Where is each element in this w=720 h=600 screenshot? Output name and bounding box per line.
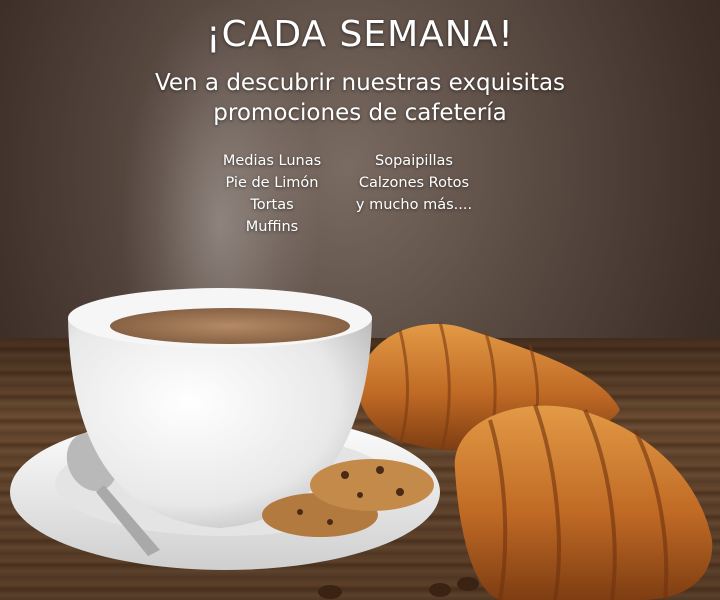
headline: ¡CADA SEMANA! xyxy=(206,14,514,55)
coffee-beans xyxy=(318,577,479,599)
product-item: Muffins xyxy=(245,219,299,235)
product-list-right: Sopaipillas Calzones Rotos y mucho más..… xyxy=(314,150,514,216)
subheadline-line-2: promociones de cafetería xyxy=(213,100,507,126)
product-item: y mucho más.... xyxy=(355,197,473,213)
promo-poster: ¡CADA SEMANA! Ven a descubrir nuestras e… xyxy=(0,0,720,600)
product-item: Calzones Rotos xyxy=(358,175,470,191)
subheadline-line-1: Ven a descubrir nuestras exquisitas xyxy=(154,70,566,96)
product-item: Sopaipillas xyxy=(375,153,453,169)
front-croissant xyxy=(454,404,713,600)
